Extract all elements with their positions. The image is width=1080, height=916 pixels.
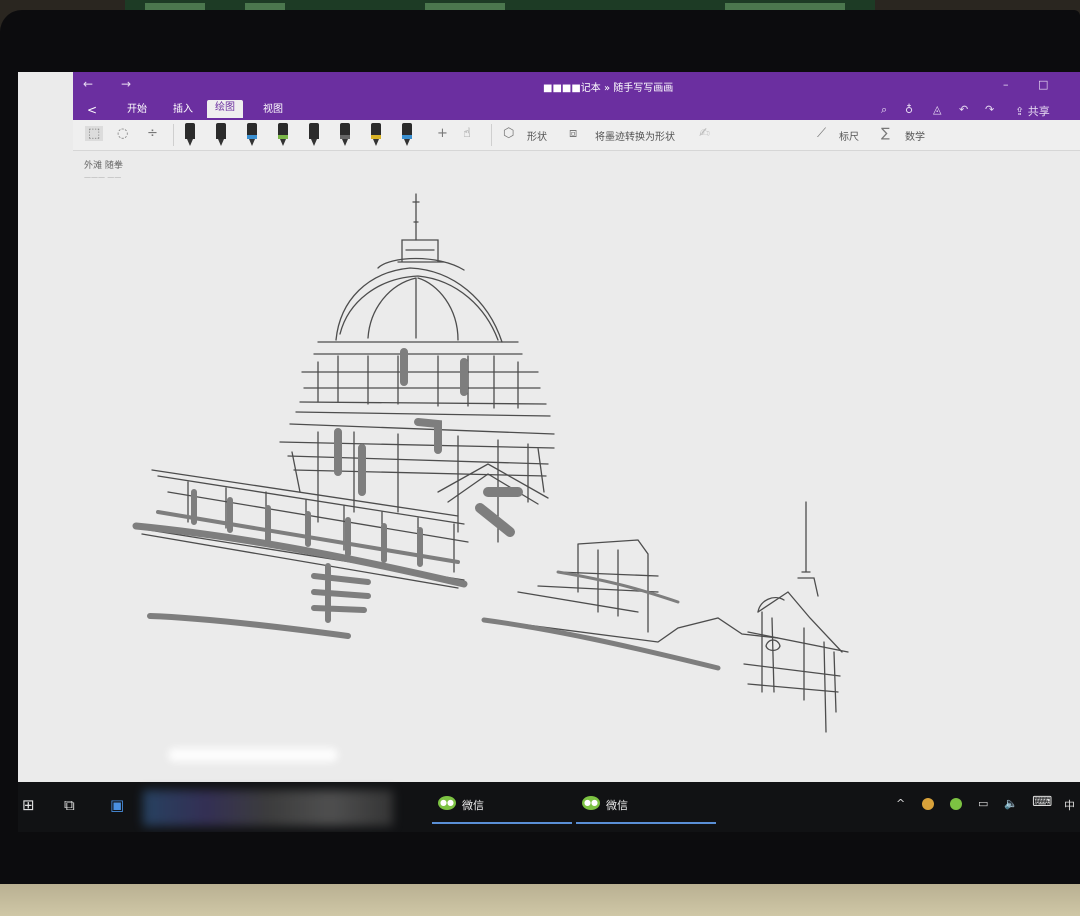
pen-tool-icon[interactable] (247, 123, 257, 146)
share-label: 共享 (1027, 105, 1050, 118)
screen-glare (168, 748, 338, 762)
taskbar-app-wechat[interactable]: ●● 微信 (432, 790, 572, 824)
dome-lantern (397, 239, 445, 263)
add-pen-button[interactable]: + (437, 126, 448, 141)
active-indicator (432, 822, 572, 824)
tray-overflow-icon[interactable]: ^ (896, 797, 905, 810)
ribbon-tabs: < 开始 插入 绘图 视图 ⌕ ♁ ◬ ↶ ↷ ⇪ 共享 (73, 98, 1080, 120)
back-arrow-icon[interactable]: ← (83, 77, 93, 91)
ink-to-shape-icon[interactable]: ⧈ (569, 126, 577, 141)
taskbar-app-wechat[interactable]: ●● 微信 (576, 790, 716, 824)
task-view-icon[interactable]: ⧉ (64, 796, 75, 814)
blurred-apps (143, 790, 393, 826)
pen-tool-icon[interactable] (309, 123, 319, 146)
share-button[interactable]: ⇪ 共享 (1015, 103, 1050, 119)
base-shadow (147, 613, 351, 639)
dome-drum (313, 341, 523, 409)
tray-app-icon[interactable] (922, 798, 934, 810)
forward-arrow-icon[interactable]: → (121, 77, 131, 91)
tray-wechat-icon[interactable] (950, 798, 962, 810)
wechat-icon: ●● (582, 796, 600, 810)
undo-icon[interactable]: ↶ (959, 103, 968, 116)
pen-tool-icon[interactable] (371, 123, 381, 146)
touch-keyboard-icon[interactable]: ⌨ (1032, 794, 1052, 810)
document-title: ■■■■记本 » 随手写写画画 (543, 83, 674, 94)
title-bar: ← → ■■■■记本 » 随手写写画画 – □ (73, 72, 1080, 98)
taskbar-app-label: 微信 (606, 799, 628, 812)
dome-outline (335, 267, 503, 343)
minimize-button[interactable]: – (1003, 78, 1009, 91)
maximize-button[interactable]: □ (1038, 78, 1048, 91)
tab-insert[interactable]: 插入 (165, 102, 201, 120)
volume-icon[interactable]: 🔈 (1004, 797, 1018, 810)
bell-icon[interactable]: ◬ (933, 103, 941, 116)
pen-tool-icon[interactable] (278, 123, 288, 146)
ribbon-back-icon[interactable]: < (79, 102, 105, 120)
touch-draw-icon[interactable]: ☝ (463, 126, 471, 141)
math-icon[interactable]: ∑ (881, 126, 890, 141)
tab-home[interactable]: 开始 (119, 102, 155, 120)
taskbar: ⊞ ⧉ ▣ ●● 微信 ●● 微信 ^ ▭ 🔈 ⌨ 中 (18, 782, 1080, 832)
eraser-icon[interactable]: ◌ (117, 126, 128, 141)
draw-toolbar: ⬚ ◌ ÷ + ☝ ⬡ 形状 ⧈ 将墨迹转换为形状 ✍ ⟋ 标尺 ∑ 数学 (73, 120, 1080, 151)
building-sketch-drawing (132, 193, 849, 733)
ink-to-shape-button[interactable]: 将墨迹转换为形状 (595, 128, 675, 143)
wechat-icon: ●● (438, 796, 456, 810)
search-icon[interactable]: ⌕ (881, 103, 887, 117)
shapes-icon[interactable]: ⬡ (503, 126, 514, 141)
store-app-icon[interactable]: ▣ (110, 796, 124, 814)
screen: ← → ■■■■记本 » 随手写写画画 – □ < 开始 插入 绘图 视图 ⌕ … (18, 72, 1080, 832)
right-building (557, 539, 659, 633)
tab-view[interactable]: 视图 (255, 102, 291, 120)
building-body (279, 423, 555, 493)
taskbar-app-label: 微信 (462, 799, 484, 812)
roofline (487, 617, 779, 643)
ledge-shadow (132, 522, 468, 588)
windows-start-icon[interactable]: ⊞ (22, 796, 35, 814)
active-indicator (576, 822, 716, 824)
redo-icon[interactable]: ↷ (985, 103, 994, 116)
colonnade (135, 469, 469, 589)
lightbulb-icon[interactable]: ♁ (905, 103, 913, 116)
math-button[interactable]: 数学 (905, 128, 925, 143)
tablet-frame: ← → ■■■■记本 » 随手写写画画 – □ < 开始 插入 绘图 视图 ⌕ … (0, 10, 1080, 890)
lasso-select-icon[interactable]: ⬚ (85, 126, 104, 141)
input-method-indicator[interactable]: 中 (1064, 797, 1075, 813)
battery-icon[interactable]: ▭ (978, 797, 988, 810)
dome-spire (412, 193, 420, 241)
ruler-icon[interactable]: ⟋ (817, 126, 826, 141)
page-date: ——— —— (84, 173, 122, 181)
pen-tool-icon[interactable] (402, 123, 412, 146)
clock-tower (797, 501, 819, 597)
desk-surface (0, 884, 1080, 916)
tab-draw[interactable]: 绘图 (207, 100, 243, 118)
ruler-button[interactable]: 标尺 (839, 128, 859, 143)
page-title[interactable]: 外滩 随拳 (84, 161, 123, 171)
pen-tool-icon[interactable] (216, 123, 226, 146)
ink-to-text-icon[interactable]: ✍ (699, 126, 710, 141)
pen-tool-icon[interactable] (185, 123, 195, 146)
insert-space-icon[interactable]: ÷ (147, 126, 158, 141)
pediment (437, 463, 549, 505)
page-title-area: 外滩 随拳 ——— —— (84, 158, 123, 181)
divider (491, 124, 492, 146)
pen-tool-icon[interactable] (340, 123, 350, 146)
divider (173, 124, 174, 146)
shapes-button-label[interactable]: 形状 (527, 128, 547, 143)
